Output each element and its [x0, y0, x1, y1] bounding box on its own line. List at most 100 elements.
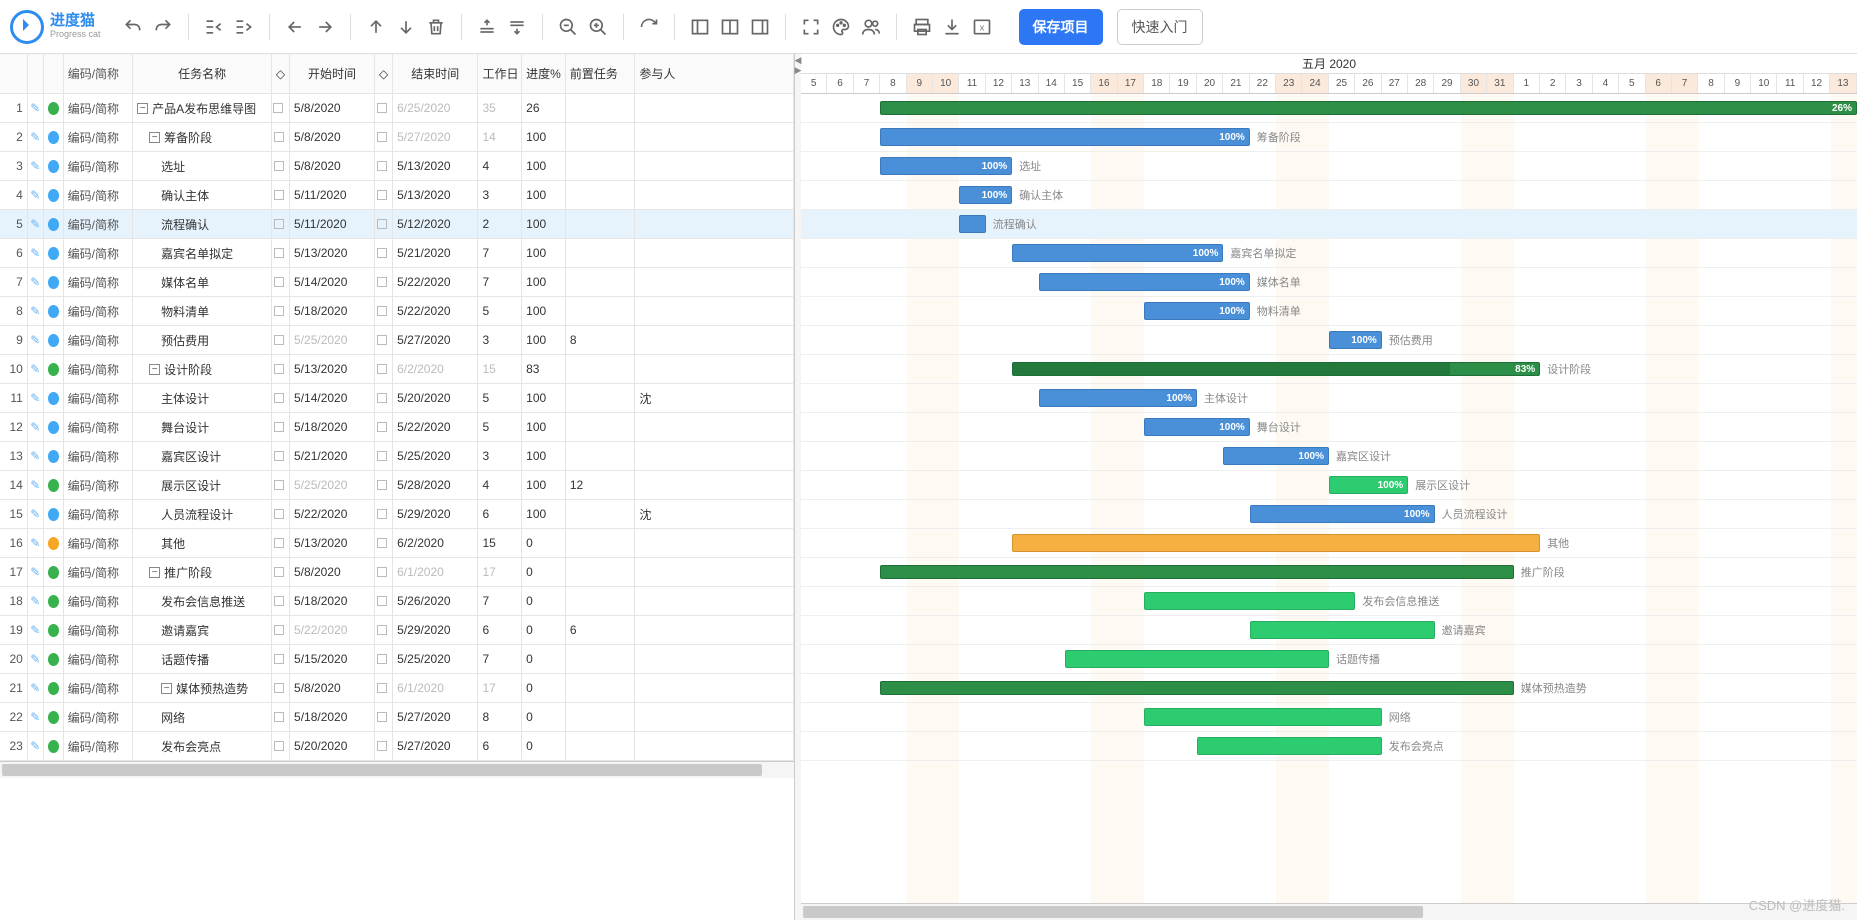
cell-end[interactable]: 5/21/2020: [393, 239, 478, 267]
export-excel-icon[interactable]: X: [969, 14, 995, 40]
cell-name[interactable]: −设计阶段: [133, 355, 272, 383]
cell-participant[interactable]: [635, 268, 794, 296]
cell-progress[interactable]: 100: [522, 413, 566, 441]
cell-end[interactable]: 5/27/2020: [393, 326, 478, 354]
table-row[interactable]: 18 ✎ 编码/简称 发布会信息推送 5/18/2020 5/26/2020 7…: [0, 587, 794, 616]
cell-start-chk[interactable]: [272, 355, 290, 383]
cell-start[interactable]: 5/13/2020: [290, 355, 375, 383]
cell-start[interactable]: 5/11/2020: [290, 181, 375, 209]
cell-progress[interactable]: 100: [522, 471, 566, 499]
cell-name[interactable]: −筹备阶段: [133, 123, 272, 151]
cell-code[interactable]: 编码/简称: [64, 326, 133, 354]
refresh-icon[interactable]: [636, 14, 662, 40]
cell-days[interactable]: 8: [478, 703, 522, 731]
cell-name[interactable]: 人员流程设计: [133, 500, 272, 528]
cell-code[interactable]: 编码/简称: [64, 152, 133, 180]
table-row[interactable]: 12 ✎ 编码/简称 舞台设计 5/18/2020 5/22/2020 5 10…: [0, 413, 794, 442]
col-sort-end[interactable]: ◇: [375, 54, 393, 93]
cell-code[interactable]: 编码/简称: [64, 181, 133, 209]
cell-progress[interactable]: 100: [522, 297, 566, 325]
cell-days[interactable]: 3: [478, 181, 522, 209]
cell-days[interactable]: 2: [478, 210, 522, 238]
cell-name[interactable]: −产品A发布思维导图: [133, 94, 272, 122]
gantt-row[interactable]: 邀请嘉宾: [801, 616, 1857, 645]
cell-days[interactable]: 3: [478, 326, 522, 354]
cell-code[interactable]: 编码/简称: [64, 355, 133, 383]
cell-start[interactable]: 5/11/2020: [290, 210, 375, 238]
cell-end-chk[interactable]: [375, 732, 393, 760]
edit-icon[interactable]: ✎: [28, 616, 44, 644]
status-dot[interactable]: [44, 239, 64, 267]
edit-icon[interactable]: ✎: [28, 471, 44, 499]
cell-start[interactable]: 5/15/2020: [290, 645, 375, 673]
cell-days[interactable]: 3: [478, 442, 522, 470]
cell-predecessor[interactable]: [566, 355, 635, 383]
indent-icon[interactable]: [231, 14, 257, 40]
cell-end-chk[interactable]: [375, 529, 393, 557]
col-name[interactable]: 任务名称: [133, 54, 272, 93]
cell-progress[interactable]: 0: [522, 645, 566, 673]
cell-start-chk[interactable]: [272, 123, 290, 151]
cell-end[interactable]: 5/27/2020: [393, 732, 478, 760]
cell-code[interactable]: 编码/简称: [64, 529, 133, 557]
cell-end-chk[interactable]: [375, 703, 393, 731]
status-dot[interactable]: [44, 326, 64, 354]
table-row[interactable]: 3 ✎ 编码/简称 选址 5/8/2020 5/13/2020 4 100: [0, 152, 794, 181]
redo-icon[interactable]: [150, 14, 176, 40]
cell-progress[interactable]: 0: [522, 587, 566, 615]
cell-start-chk[interactable]: [272, 239, 290, 267]
cell-code[interactable]: 编码/简称: [64, 703, 133, 731]
cell-progress[interactable]: 100: [522, 210, 566, 238]
cell-code[interactable]: 编码/简称: [64, 268, 133, 296]
cell-name[interactable]: 邀请嘉宾: [133, 616, 272, 644]
cell-predecessor[interactable]: [566, 152, 635, 180]
gantt-row[interactable]: 100%嘉宾名单拟定: [801, 239, 1857, 268]
edit-icon[interactable]: ✎: [28, 152, 44, 180]
cell-days[interactable]: 35: [478, 94, 522, 122]
cell-start[interactable]: 5/18/2020: [290, 587, 375, 615]
edit-icon[interactable]: ✎: [28, 94, 44, 122]
cell-code[interactable]: 编码/简称: [64, 645, 133, 673]
cell-participant[interactable]: [635, 442, 794, 470]
cell-participant[interactable]: [635, 297, 794, 325]
cell-end[interactable]: 6/1/2020: [393, 558, 478, 586]
cell-start[interactable]: 5/25/2020: [290, 471, 375, 499]
cell-end-chk[interactable]: [375, 123, 393, 151]
cell-end-chk[interactable]: [375, 268, 393, 296]
edit-icon[interactable]: ✎: [28, 210, 44, 238]
status-dot[interactable]: [44, 297, 64, 325]
cell-start[interactable]: 5/25/2020: [290, 326, 375, 354]
cell-progress[interactable]: 26: [522, 94, 566, 122]
status-dot[interactable]: [44, 558, 64, 586]
table-row[interactable]: 9 ✎ 编码/简称 预估费用 5/25/2020 5/27/2020 3 100…: [0, 326, 794, 355]
cell-code[interactable]: 编码/简称: [64, 94, 133, 122]
cell-days[interactable]: 4: [478, 471, 522, 499]
gantt-row[interactable]: 发布会信息推送: [801, 587, 1857, 616]
cell-start[interactable]: 5/22/2020: [290, 616, 375, 644]
users-icon[interactable]: [858, 14, 884, 40]
gantt-bar[interactable]: 83%设计阶段: [1012, 362, 1540, 376]
edit-icon[interactable]: ✎: [28, 413, 44, 441]
table-row[interactable]: 5 ✎ 编码/简称 流程确认 5/11/2020 5/12/2020 2 100: [0, 210, 794, 239]
gantt-row[interactable]: 100%主体设计: [801, 384, 1857, 413]
edit-icon[interactable]: ✎: [28, 123, 44, 151]
cell-name[interactable]: 发布会亮点: [133, 732, 272, 760]
cell-start[interactable]: 5/14/2020: [290, 384, 375, 412]
cell-start-chk[interactable]: [272, 616, 290, 644]
cell-progress[interactable]: 100: [522, 152, 566, 180]
cell-start[interactable]: 5/8/2020: [290, 152, 375, 180]
status-dot[interactable]: [44, 123, 64, 151]
logo[interactable]: 进度猫 Progress cat: [10, 10, 101, 44]
cell-start[interactable]: 5/18/2020: [290, 297, 375, 325]
layout-left-icon[interactable]: [687, 14, 713, 40]
edit-icon[interactable]: ✎: [28, 239, 44, 267]
cell-participant[interactable]: [635, 732, 794, 760]
col-days[interactable]: 工作日: [478, 54, 522, 93]
cell-start[interactable]: 5/20/2020: [290, 732, 375, 760]
gantt-row[interactable]: 100%筹备阶段: [801, 123, 1857, 152]
cell-predecessor[interactable]: [566, 384, 635, 412]
gantt-row[interactable]: 100%展示区设计: [801, 471, 1857, 500]
edit-icon[interactable]: ✎: [28, 703, 44, 731]
cell-participant[interactable]: 沈: [635, 384, 794, 412]
cell-code[interactable]: 编码/简称: [64, 558, 133, 586]
